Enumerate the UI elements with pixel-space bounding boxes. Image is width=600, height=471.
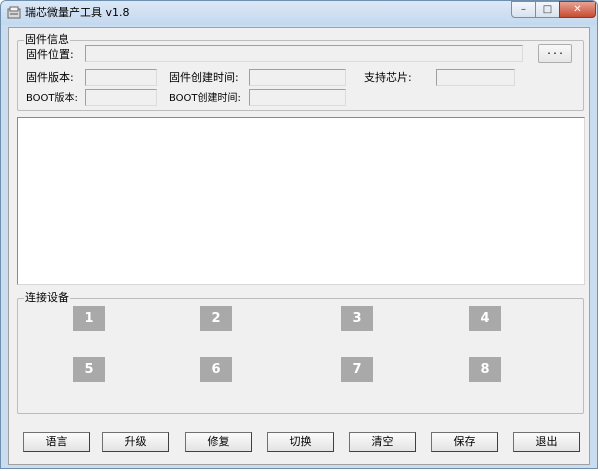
save-button[interactable]: 保存: [431, 432, 498, 452]
firmware-info-legend: 固件信息: [24, 33, 70, 46]
firmware-version-field: [85, 69, 157, 86]
supported-chip-label: 支持芯片:: [364, 71, 412, 84]
firmware-created-field: [249, 69, 346, 86]
app-icon: [7, 6, 21, 19]
app-window: 瑞芯微量产工具 v1.8 – □ ✕ 固件信息 固件位置: ... 固件版本: …: [0, 0, 598, 469]
supported-chip-field: [436, 69, 515, 86]
boot-version-field: [85, 89, 157, 106]
clear-button[interactable]: 清空: [349, 432, 416, 452]
device-slot-8[interactable]: 8: [469, 357, 501, 382]
device-slot-6[interactable]: 6: [200, 357, 232, 382]
close-button[interactable]: ✕: [559, 1, 596, 18]
firmware-location-field[interactable]: [85, 45, 523, 62]
repair-button[interactable]: 修复: [185, 432, 252, 452]
browse-button[interactable]: ...: [538, 44, 572, 63]
boot-version-label: BOOT版本:: [26, 93, 78, 104]
firmware-created-label: 固件创建时间:: [169, 71, 239, 84]
language-button[interactable]: 语言: [23, 432, 90, 452]
device-slot-3[interactable]: 3: [341, 306, 373, 331]
client-area: 固件信息 固件位置: ... 固件版本: 固件创建时间: 支持芯片: BOOT版…: [8, 27, 590, 465]
upgrade-button[interactable]: 升级: [102, 432, 169, 452]
firmware-location-label: 固件位置:: [26, 48, 74, 61]
window-title: 瑞芯微量产工具 v1.8: [25, 6, 130, 19]
switch-button[interactable]: 切换: [267, 432, 334, 452]
connected-devices-legend: 连接设备: [24, 291, 70, 304]
exit-button[interactable]: 退出: [513, 432, 580, 452]
minimize-button[interactable]: –: [511, 1, 536, 18]
firmware-version-label: 固件版本:: [26, 71, 74, 84]
boot-created-label: BOOT创建时间:: [169, 93, 241, 104]
title-bar[interactable]: 瑞芯微量产工具 v1.8 – □ ✕: [1, 1, 597, 25]
device-slot-2[interactable]: 2: [200, 306, 232, 331]
maximize-button[interactable]: □: [535, 1, 560, 18]
device-slot-7[interactable]: 7: [341, 357, 373, 382]
device-slot-5[interactable]: 5: [73, 357, 105, 382]
device-slot-4[interactable]: 4: [469, 306, 501, 331]
log-output[interactable]: [17, 117, 585, 285]
device-slot-1[interactable]: 1: [73, 306, 105, 331]
boot-created-field: [249, 89, 346, 106]
